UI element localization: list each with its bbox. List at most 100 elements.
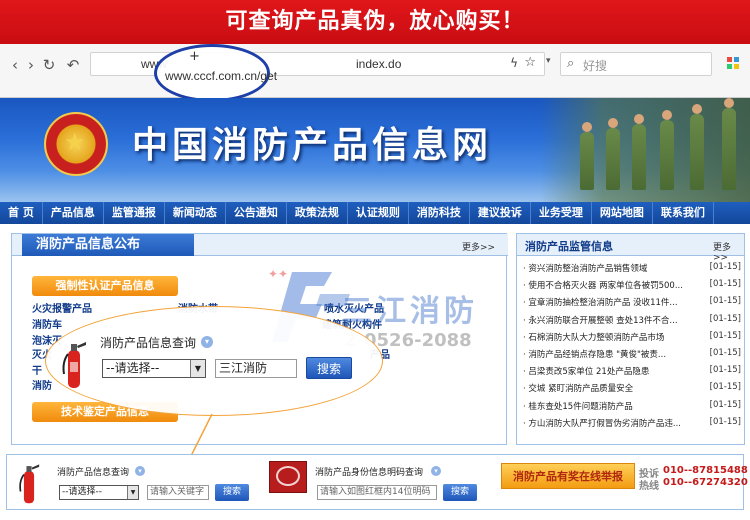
- panel-header: 消防产品信息公布 更多>>: [12, 234, 508, 256]
- query-title: 消防产品信息查询: [57, 468, 130, 478]
- hotline-phone-2: 010--67274320: [663, 477, 748, 488]
- nav-item[interactable]: 新闻动态: [165, 202, 226, 224]
- news-item[interactable]: · 石棉消防大队大力整顿消防产品市场 [01-15]: [523, 329, 741, 346]
- chevron-down-icon[interactable]: ▾: [135, 466, 145, 476]
- news-item[interactable]: · 桂东查处15件问题消防产品 [01-15]: [523, 398, 741, 415]
- promo-banner: 可查询产品真伪，放心购买！: [0, 0, 750, 44]
- news-date: [01-15]: [709, 296, 741, 307]
- news-title[interactable]: · 石棉消防大队大力整顿消防产品市场: [523, 331, 699, 343]
- nav-item[interactable]: 政策法规: [287, 202, 348, 224]
- bottom-query-bar: 消防产品信息查询 ▾ --请选择-- ▼ 请输入关键字 搜索 消防产品身份信息明…: [6, 454, 748, 510]
- news-item[interactable]: · 永兴消防联合开展整顿 查处13件不合... [01-15]: [523, 312, 741, 329]
- news-title[interactable]: · 宜章消防抽检整治消防产品 没收11件...: [523, 296, 699, 308]
- lightning-icon[interactable]: ϟ: [510, 56, 518, 70]
- svg-text:✦✦: ✦✦: [268, 267, 288, 281]
- news-title[interactable]: · 使用不合格灭火器 两家单位各被罚500...: [523, 279, 699, 291]
- supervision-news-panel: 消防产品监管信息 更多>> · 资兴消防整治消防产品销售领域 [01-15] · 使…: [516, 233, 745, 445]
- undo-icon[interactable]: ↶: [64, 56, 82, 74]
- hotline-phone-1: 010--87815488: [663, 465, 748, 476]
- news-item[interactable]: · 宜章消防抽检整治消防产品 没收11件... [01-15]: [523, 294, 741, 311]
- category-link[interactable]: 火灾报警产品: [32, 300, 92, 315]
- new-tab-icon: +: [189, 49, 200, 64]
- news-date: [01-15]: [709, 347, 741, 358]
- select-value: --请选择--: [106, 361, 160, 375]
- apps-icon[interactable]: [727, 57, 739, 69]
- news-date: [01-15]: [709, 262, 741, 272]
- hotline-label: 热线: [639, 481, 659, 492]
- search-button[interactable]: 搜索: [306, 357, 352, 379]
- news-date: [01-15]: [709, 279, 741, 290]
- report-button[interactable]: 消防产品有奖在线举报: [501, 463, 635, 489]
- id-code-input[interactable]: 请输入如图红框内14位明码: [317, 485, 437, 500]
- site-title: 中国消防产品信息网: [132, 125, 493, 166]
- cert-products-header[interactable]: 强制性认证产品信息: [32, 276, 178, 296]
- news-list: · 资兴消防整治消防产品销售领域 [01-15] · 使用不合格灭火器 两家单位各被…: [523, 260, 741, 432]
- browser-toolbar: ‹ › ↻ ↶ www index.do ϟ ☆ ▾ ⌕ 好搜: [0, 44, 750, 98]
- honor-guard-image: [540, 98, 750, 202]
- nav-item[interactable]: 消防科技: [409, 202, 470, 224]
- dropdown-icon[interactable]: ▾: [546, 56, 551, 66]
- news-title[interactable]: · 方山消防大队严打假冒伪劣消防产品违...: [523, 417, 699, 429]
- id-code-card-icon: [269, 461, 307, 493]
- nav-item[interactable]: 监管通报: [104, 202, 165, 224]
- nav-item[interactable]: 首 页: [0, 202, 43, 224]
- news-date: [01-15]: [709, 330, 741, 341]
- news-title[interactable]: · 消防产品经销点存隐患 "黄俊"被责...: [523, 348, 699, 360]
- bookmark-star-icon[interactable]: ☆: [524, 55, 536, 70]
- news-date: [01-15]: [709, 365, 741, 376]
- nav-item[interactable]: 产品信息: [43, 202, 104, 224]
- news-date: [01-15]: [709, 313, 741, 324]
- news-item[interactable]: · 方山消防大队严打假冒伪劣消防产品违... [01-15]: [523, 415, 741, 432]
- more-link[interactable]: 更多>>: [462, 240, 495, 253]
- id-query-title: 消防产品身份信息明码查询: [315, 468, 424, 478]
- tab-product-info[interactable]: 消防产品信息公布: [22, 234, 194, 256]
- reload-icon[interactable]: ↻: [40, 56, 58, 74]
- category-link[interactable]: 消防车: [32, 316, 62, 331]
- panel-header: 消防产品监管信息 更多>>: [517, 234, 744, 263]
- chevron-down-icon[interactable]: ▾: [201, 336, 213, 348]
- news-item[interactable]: · 资兴消防整治消防产品销售领域 [01-15]: [523, 260, 741, 277]
- news-title[interactable]: · 吕梁责改5家单位 21处产品隐患: [523, 365, 699, 377]
- news-item[interactable]: · 交城 紧盯消防产品质量安全 [01-15]: [523, 380, 741, 397]
- watermark-brand: 三江消防: [342, 294, 478, 329]
- zoomed-url: www.cccf.com.cn/get: [165, 69, 278, 83]
- chevron-down-icon[interactable]: ▾: [431, 466, 441, 476]
- category-link[interactable]: 消防: [32, 377, 52, 392]
- news-date: [01-15]: [709, 382, 741, 393]
- news-item[interactable]: · 消防产品经销点存隐患 "黄俊"被责... [01-15]: [523, 346, 741, 363]
- nav-item[interactable]: 建议投诉: [470, 202, 531, 224]
- fire-extinguisher-icon: [19, 464, 40, 504]
- news-date: [01-15]: [709, 416, 741, 427]
- address-text: index.do: [356, 57, 402, 71]
- search-button[interactable]: 搜索: [215, 484, 249, 501]
- news-title[interactable]: · 永兴消防联合开展整顿 查处13件不合...: [523, 314, 699, 326]
- news-title[interactable]: · 桂东查处15件问题消防产品: [523, 400, 699, 412]
- keyword-input[interactable]: 三江消防: [215, 359, 297, 378]
- url-zoom-callout: + www.cccf.com.cn/get: [154, 44, 277, 102]
- id-search-button[interactable]: 搜索: [443, 484, 477, 501]
- nav-item[interactable]: 公告通知: [226, 202, 287, 224]
- panel-title: 消防产品监管信息: [525, 240, 613, 253]
- main-nav: 首 页产品信息 监管通报 新闻动态 公告通知 政策法规 认证规则 消防科技 建议投诉 业务受理网…: [0, 202, 750, 224]
- chevron-down-icon[interactable]: ▼: [127, 486, 138, 499]
- forward-icon[interactable]: ›: [22, 56, 40, 74]
- search-placeholder: 好搜: [583, 59, 608, 73]
- nav-item[interactable]: 网站地图: [592, 202, 653, 224]
- nav-item[interactable]: 业务受理: [531, 202, 592, 224]
- news-date: [01-15]: [709, 399, 741, 410]
- news-title[interactable]: · 资兴消防整治消防产品销售领域: [523, 262, 699, 274]
- news-item[interactable]: · 吕梁责改5家单位 21处产品隐患 [01-15]: [523, 363, 741, 380]
- site-banner: ★ 中国消防产品信息网: [0, 98, 750, 202]
- nav-item[interactable]: 认证规则: [348, 202, 409, 224]
- nav-item[interactable]: 联系我们: [653, 202, 714, 224]
- category-select[interactable]: --请选择-- ▼: [59, 485, 139, 500]
- national-emblem-icon: ★: [44, 112, 108, 176]
- news-title[interactable]: · 交城 紧盯消防产品质量安全: [523, 382, 699, 394]
- news-item[interactable]: · 使用不合格灭火器 两家单位各被罚500... [01-15]: [523, 277, 741, 294]
- browser-search-input[interactable]: ⌕ 好搜: [560, 52, 712, 76]
- select-value: --请选择--: [62, 487, 102, 497]
- keyword-input[interactable]: 请输入关键字: [147, 485, 209, 500]
- chevron-down-icon[interactable]: ▼: [190, 360, 205, 377]
- category-link[interactable]: 干: [32, 362, 42, 377]
- category-select[interactable]: --请选择-- ▼: [102, 359, 206, 378]
